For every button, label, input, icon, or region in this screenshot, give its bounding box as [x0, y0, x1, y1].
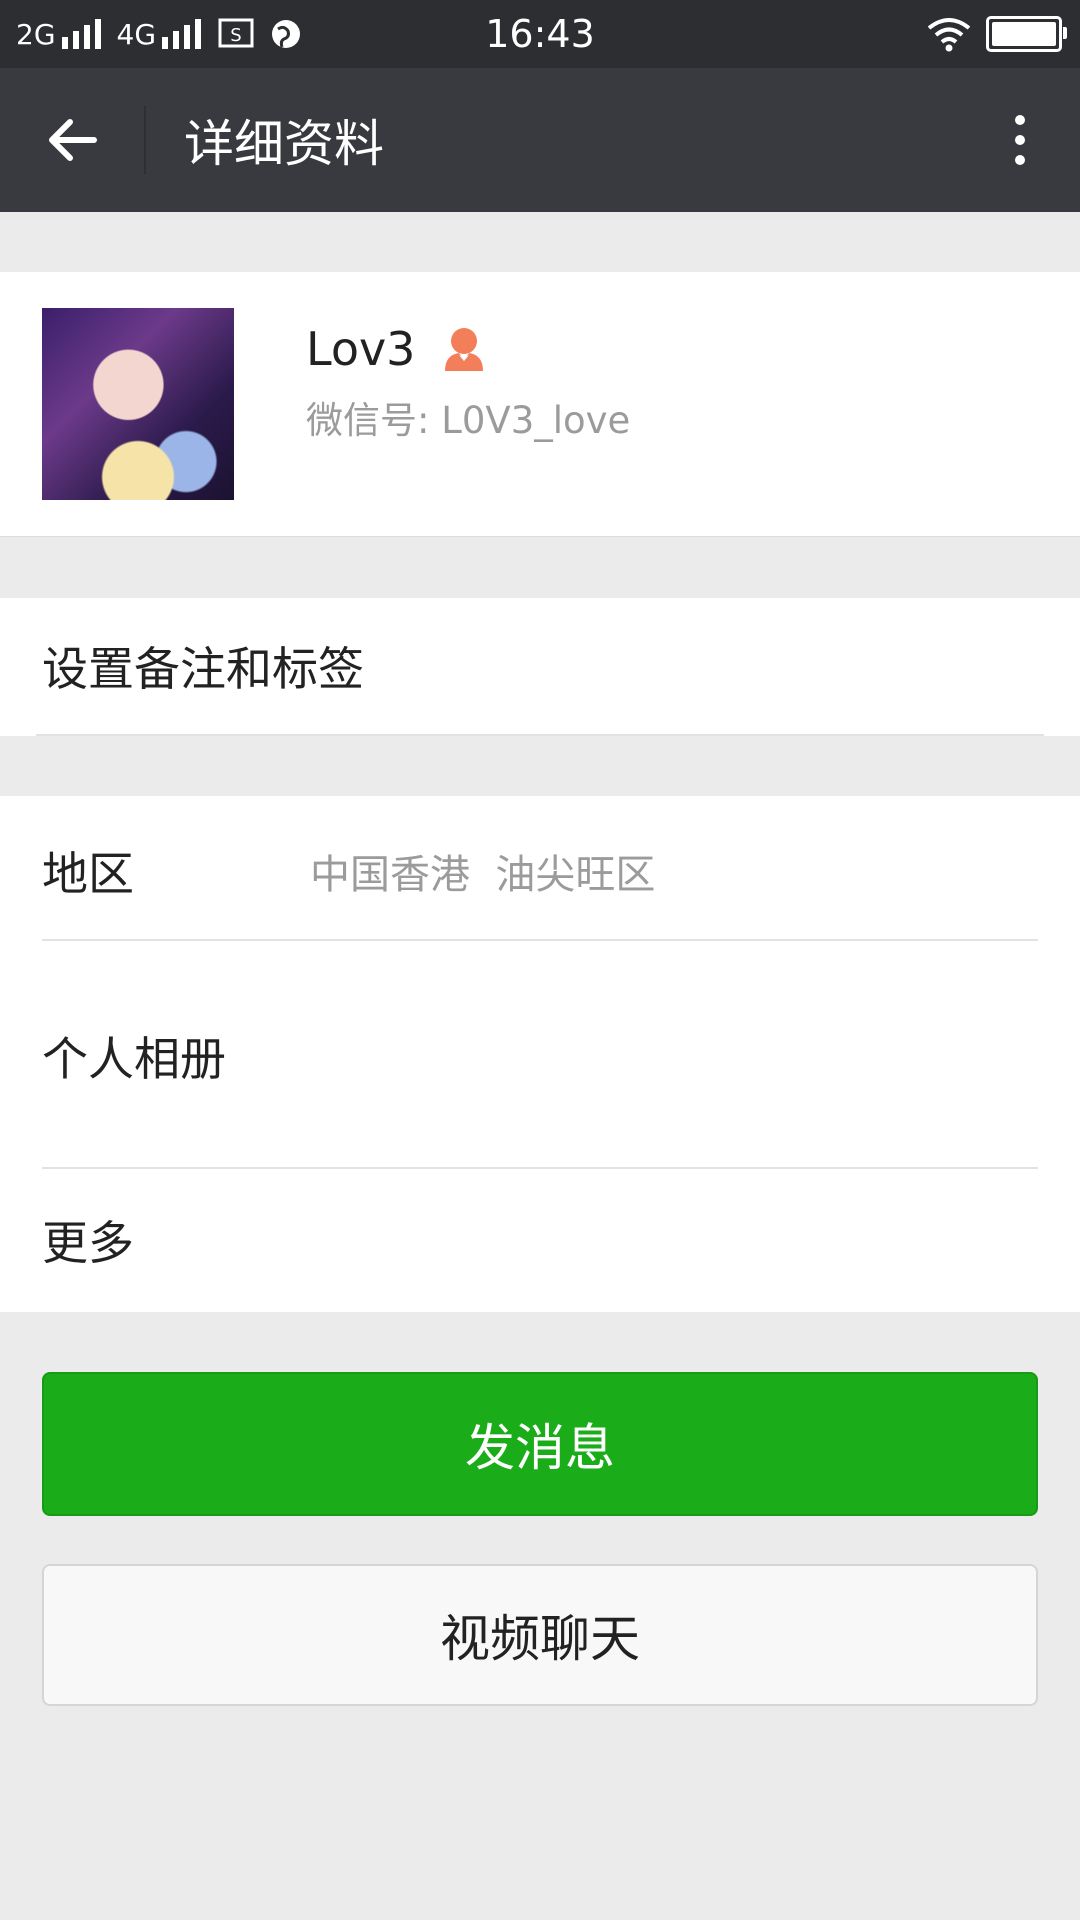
status-time: 16:43 — [485, 12, 595, 56]
video-chat-button[interactable]: 视频聊天 — [42, 1564, 1038, 1706]
more-dot-icon — [1015, 135, 1025, 145]
more-dot-icon — [1015, 155, 1025, 165]
avatar[interactable] — [42, 308, 234, 500]
battery-fill — [992, 22, 1056, 46]
send-message-button[interactable]: 发消息 — [42, 1372, 1038, 1516]
album-label: 个人相册 — [42, 1032, 226, 1086]
back-arrow-icon — [49, 119, 97, 161]
page-title: 详细资料 — [184, 115, 384, 173]
remark-label: 设置备注和标签 — [42, 642, 364, 696]
more-row[interactable]: 更多 — [0, 1169, 1080, 1312]
female-icon — [445, 328, 484, 371]
album-row[interactable]: 个人相册 — [0, 941, 1080, 1163]
back-button[interactable] — [36, 104, 108, 176]
wechat-id-label: 微信号: — [306, 399, 442, 442]
region-label: 地区 — [42, 847, 134, 901]
more-label: 更多 — [42, 1216, 134, 1270]
profile-name: Lov3 — [306, 322, 416, 376]
more-options-button[interactable] — [984, 104, 1056, 176]
title-divider — [144, 106, 146, 174]
profile-card[interactable]: Lov3 微信号: L0V3_love — [0, 272, 1080, 537]
divider — [36, 734, 1044, 736]
more-dot-icon — [1015, 115, 1025, 125]
profile-name-row: Lov3 — [306, 322, 487, 376]
wechat-id: 微信号: L0V3_love — [306, 390, 630, 444]
info-group: 地区 中国香港 油尖旺区 个人相册 更多 — [0, 796, 1080, 1312]
region-row: 地区 中国香港 油尖旺区 — [0, 796, 1080, 940]
region-value: 中国香港 油尖旺区 — [310, 852, 656, 898]
status-right — [926, 0, 1067, 68]
wechat-id-value: L0V3_love — [441, 399, 631, 442]
wifi-icon — [927, 18, 971, 52]
battery-icon — [986, 16, 1067, 52]
remark-row[interactable]: 设置备注和标签 — [0, 598, 1080, 736]
title-bar: 详细资料 — [0, 68, 1080, 212]
status-bar: 2G 4G S 16:43 — [0, 0, 1080, 68]
